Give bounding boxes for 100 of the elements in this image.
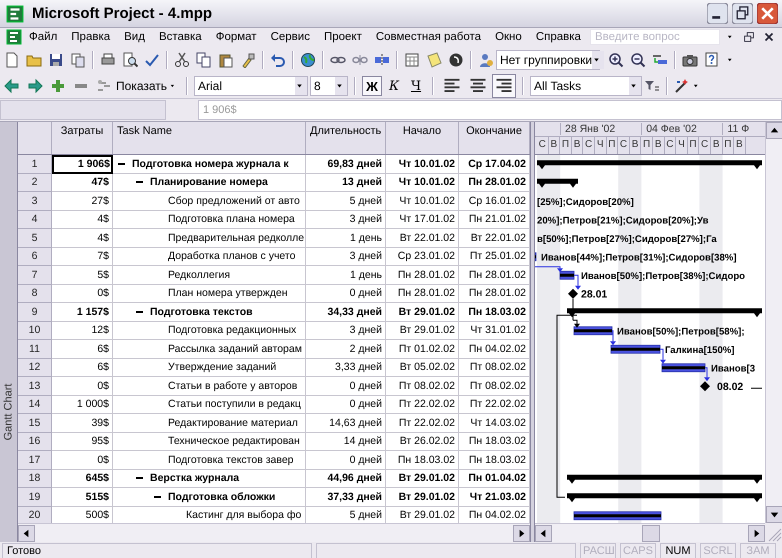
copy-icon[interactable] xyxy=(196,52,212,68)
camera-icon[interactable] xyxy=(682,52,698,68)
wizard-icon[interactable] xyxy=(674,78,690,94)
restore-icon[interactable] xyxy=(742,30,756,44)
scroll-thumb[interactable] xyxy=(642,524,660,542)
menu-item[interactable]: Справка xyxy=(528,30,588,44)
task-bar[interactable] xyxy=(610,344,660,354)
row-number[interactable]: 12 xyxy=(18,358,52,377)
menu-item[interactable]: Окно xyxy=(488,30,529,44)
people-icon[interactable] xyxy=(478,52,494,68)
task-name: Кастинг для выбора фо xyxy=(186,509,302,522)
resource-label: Иванов[50%];Петров[58%]; xyxy=(617,326,745,338)
menu-item[interactable]: Правка xyxy=(64,30,118,44)
zoom-out-icon[interactable] xyxy=(630,52,646,68)
duration-cell: 0 дней xyxy=(306,284,386,303)
column-header[interactable]: Затраты xyxy=(52,122,113,154)
row-number[interactable]: 11 xyxy=(18,340,52,358)
document-icon[interactable] xyxy=(6,29,22,45)
row-number[interactable]: 18 xyxy=(18,470,52,488)
finish-cell: Пт 08.02.02 xyxy=(459,358,530,377)
scroll-right-icon[interactable] xyxy=(513,524,530,542)
menu-item[interactable]: Вставка xyxy=(152,30,209,44)
summary-bar[interactable] xyxy=(537,160,762,170)
documents-icon[interactable] xyxy=(70,52,86,68)
task-bar[interactable] xyxy=(574,326,612,336)
summary-bar[interactable] xyxy=(537,178,578,188)
menu-item[interactable]: Файл xyxy=(22,30,64,44)
save-icon[interactable] xyxy=(48,52,64,68)
restore-icon[interactable] xyxy=(732,3,753,24)
help-icon[interactable] xyxy=(704,52,720,68)
summary-bar[interactable] xyxy=(567,474,762,484)
menu-item[interactable]: Формат xyxy=(208,30,264,44)
paste-icon[interactable] xyxy=(218,52,234,68)
calendar-icon[interactable] xyxy=(404,52,420,68)
bold-button[interactable]: Ж xyxy=(362,76,382,96)
close-icon[interactable] xyxy=(762,30,776,44)
row-number[interactable]: 8 xyxy=(18,284,52,303)
zoom-in-icon[interactable] xyxy=(608,52,624,68)
minimize-icon[interactable] xyxy=(707,3,728,24)
spell-check-icon[interactable] xyxy=(144,52,160,68)
row-number[interactable]: 10 xyxy=(18,322,52,340)
row-number[interactable]: 15 xyxy=(18,414,52,432)
menu-item[interactable]: Совместная работа xyxy=(368,30,488,44)
menu-item[interactable]: Сервис xyxy=(264,30,317,44)
row-number[interactable]: 4 xyxy=(18,210,52,229)
note-icon[interactable] xyxy=(426,52,442,68)
new-file-icon[interactable] xyxy=(4,52,20,68)
scroll-right-icon[interactable] xyxy=(748,524,765,542)
scroll-down-icon[interactable] xyxy=(766,506,782,523)
column-header[interactable]: Длительность xyxy=(306,122,386,154)
row-number[interactable]: 19 xyxy=(18,488,52,506)
task-bar[interactable] xyxy=(662,363,706,372)
row-number[interactable]: 16 xyxy=(18,432,52,451)
underline-button[interactable]: Ч xyxy=(406,76,426,96)
column-header[interactable]: Начало xyxy=(386,122,459,154)
info-icon[interactable] xyxy=(448,52,464,68)
milestone-diamond[interactable] xyxy=(700,381,710,392)
task-bar[interactable] xyxy=(560,270,574,280)
row-number[interactable]: 6 xyxy=(18,248,52,266)
format-painter-icon[interactable] xyxy=(240,52,256,68)
dependency-arrow xyxy=(660,348,666,364)
menu-item[interactable]: Проект xyxy=(316,30,369,44)
scroll-up-icon[interactable] xyxy=(766,122,782,139)
italic-button[interactable]: К xyxy=(384,76,404,96)
milestone-diamond[interactable] xyxy=(568,288,578,299)
print-preview-icon[interactable] xyxy=(122,52,138,68)
row-number[interactable]: 14 xyxy=(18,396,52,414)
unlink-icon[interactable] xyxy=(352,52,368,68)
plus-icon[interactable] xyxy=(50,78,66,94)
row-number[interactable]: 1 xyxy=(18,155,52,174)
row-number[interactable]: 13 xyxy=(18,377,52,396)
row-number[interactable]: 2 xyxy=(18,174,52,192)
right-arrow-icon[interactable] xyxy=(27,78,43,94)
cut-icon[interactable] xyxy=(174,52,190,68)
font-size-dropdown[interactable]: 8 xyxy=(310,76,348,96)
row-number[interactable]: 5 xyxy=(18,229,52,248)
summary-bar[interactable] xyxy=(567,308,762,318)
globe-icon[interactable] xyxy=(300,52,316,68)
undo-icon[interactable] xyxy=(270,52,286,68)
help-search-field[interactable]: Введите вопрос xyxy=(590,29,720,45)
filter-dropdown[interactable]: All Tasks xyxy=(530,76,642,96)
close-icon[interactable] xyxy=(757,3,778,24)
row-number[interactable]: 7 xyxy=(18,266,52,284)
row-number[interactable]: 17 xyxy=(18,451,52,470)
scroll-left-icon[interactable] xyxy=(18,524,35,542)
menu-item[interactable]: Вид xyxy=(117,30,152,44)
view-bar-label[interactable]: Gantt Chart xyxy=(2,384,14,440)
column-header[interactable]: Task Name xyxy=(113,122,306,154)
font-dropdown[interactable]: Arial xyxy=(194,76,308,96)
left-arrow-icon[interactable] xyxy=(4,78,20,94)
show-button[interactable]: Показать xyxy=(114,79,180,93)
row-number[interactable]: 9 xyxy=(18,303,52,322)
row-number[interactable]: 3 xyxy=(18,192,52,210)
align-right-icon[interactable] xyxy=(492,74,516,98)
finish-cell: Ср 16.01.02 xyxy=(459,192,530,210)
task-bar[interactable] xyxy=(574,511,662,520)
summary-bar[interactable] xyxy=(567,493,762,502)
row-number[interactable]: 20 xyxy=(18,506,52,523)
scroll-left-icon[interactable] xyxy=(535,524,552,542)
split-icon[interactable] xyxy=(374,52,390,68)
